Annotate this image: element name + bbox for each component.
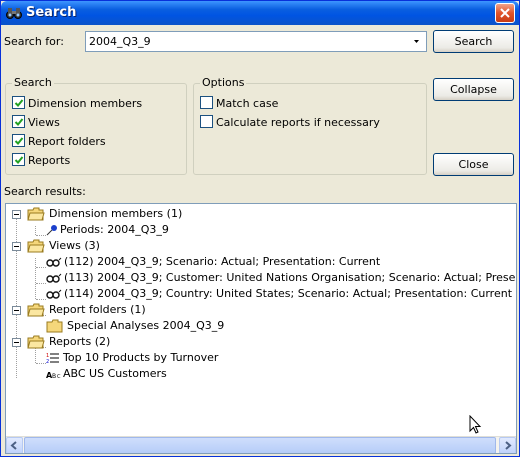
checkbox-box[interactable] [200, 96, 213, 109]
search-options-group: Search Dimension members Views Report fo… [5, 76, 187, 175]
checkbox-label: Reports [28, 154, 71, 167]
tree-node-label: Reports (2) [49, 335, 111, 348]
svg-text:B: B [52, 373, 56, 379]
tree-node-label: (112) 2004_Q3_9; Scenario: Actual; Prese… [64, 255, 381, 268]
checkbox-label: Views [28, 116, 60, 129]
search-input[interactable]: 2004_Q3_9 [89, 35, 151, 48]
horizontal-scrollbar[interactable] [6, 436, 516, 453]
check-icon [14, 118, 24, 126]
checkbox-box[interactable] [200, 115, 213, 128]
tree-node-label: Periods: 2004_Q3_9 [60, 223, 169, 236]
check-icon [14, 137, 24, 145]
dimension-members-checkbox[interactable]: Dimension members [12, 96, 142, 110]
tree-node-label: Dimension members (1) [49, 207, 183, 220]
checkbox-label: Match case [216, 97, 279, 110]
checkbox-box[interactable] [12, 134, 25, 147]
search-results-tree[interactable]: Dimension members (1) Periods: 2004_Q3_9… [5, 203, 517, 454]
check-icon [14, 156, 24, 164]
chevron-left-icon [10, 441, 17, 450]
collapse-toggle[interactable] [12, 306, 21, 315]
search-group-title: Search [12, 76, 54, 89]
options-group-title: Options [200, 76, 247, 89]
close-icon [500, 8, 510, 18]
window-close-button[interactable] [495, 3, 515, 23]
svg-text:2: 2 [46, 359, 49, 364]
collapse-toggle[interactable] [12, 210, 21, 219]
options-group: Options Match case Calculate reports if … [193, 76, 427, 175]
title-bar[interactable]: Search [1, 1, 519, 25]
view-icon [46, 289, 62, 299]
checkbox-box[interactable] [12, 115, 25, 128]
checkbox-label: Calculate reports if necessary [216, 116, 380, 129]
checkbox-box[interactable] [12, 153, 25, 166]
tree-node-label: (113) 2004_Q3_9; Customer: United Nation… [64, 271, 516, 284]
svg-text:C: C [57, 374, 61, 379]
list-report-icon: 12 [46, 353, 59, 364]
folder-icon [46, 319, 63, 333]
search-combobox[interactable]: 2004_Q3_9 [85, 31, 427, 52]
chevron-down-icon[interactable] [408, 33, 425, 50]
tree-node-label: Special Analyses 2004_Q3_9 [67, 319, 225, 332]
chevron-right-icon [505, 441, 512, 450]
search-dialog: Search Search for: 2004_Q3_9 Search Coll… [0, 0, 520, 457]
pin-icon [46, 225, 57, 236]
scrollbar-thumb[interactable] [24, 437, 496, 453]
folder-icon [27, 207, 45, 221]
match-case-checkbox[interactable]: Match case [200, 96, 278, 110]
search-button[interactable]: Search [433, 30, 514, 53]
tree-node-label: Top 10 Products by Turnover [63, 351, 219, 364]
reports-checkbox[interactable]: Reports [12, 153, 70, 167]
tree-node-label: (114) 2004_Q3_9; Country: United States;… [64, 287, 513, 300]
collapse-toggle[interactable] [12, 338, 21, 347]
checkbox-label: Dimension members [28, 97, 143, 110]
scroll-right-button[interactable] [499, 437, 516, 453]
folder-icon [27, 303, 45, 317]
scroll-left-button[interactable] [6, 437, 23, 453]
tree-node-label: Report folders (1) [49, 303, 146, 316]
search-results-label: Search results: [4, 185, 86, 198]
check-icon [14, 99, 24, 107]
report-folders-checkbox[interactable]: Report folders [12, 134, 106, 148]
mouse-cursor-icon [469, 415, 482, 434]
search-for-label: Search for: [4, 35, 64, 48]
abc-report-icon: ABC [46, 371, 61, 379]
checkbox-box[interactable] [12, 96, 25, 109]
folder-icon [27, 239, 45, 253]
window-title: Search [26, 5, 77, 20]
collapse-button[interactable]: Collapse [433, 78, 514, 101]
calculate-reports-checkbox[interactable]: Calculate reports if necessary [200, 115, 380, 129]
folder-icon [27, 335, 45, 349]
close-button[interactable]: Close [433, 153, 514, 176]
tree-node-label: Views (3) [49, 239, 100, 252]
views-checkbox[interactable]: Views [12, 115, 60, 129]
view-icon [46, 257, 62, 267]
checkbox-label: Report folders [28, 135, 106, 148]
view-icon [46, 273, 62, 283]
tree-node-label: ABC US Customers [63, 367, 167, 380]
collapse-toggle[interactable] [12, 242, 21, 251]
binoculars-icon [6, 8, 22, 19]
